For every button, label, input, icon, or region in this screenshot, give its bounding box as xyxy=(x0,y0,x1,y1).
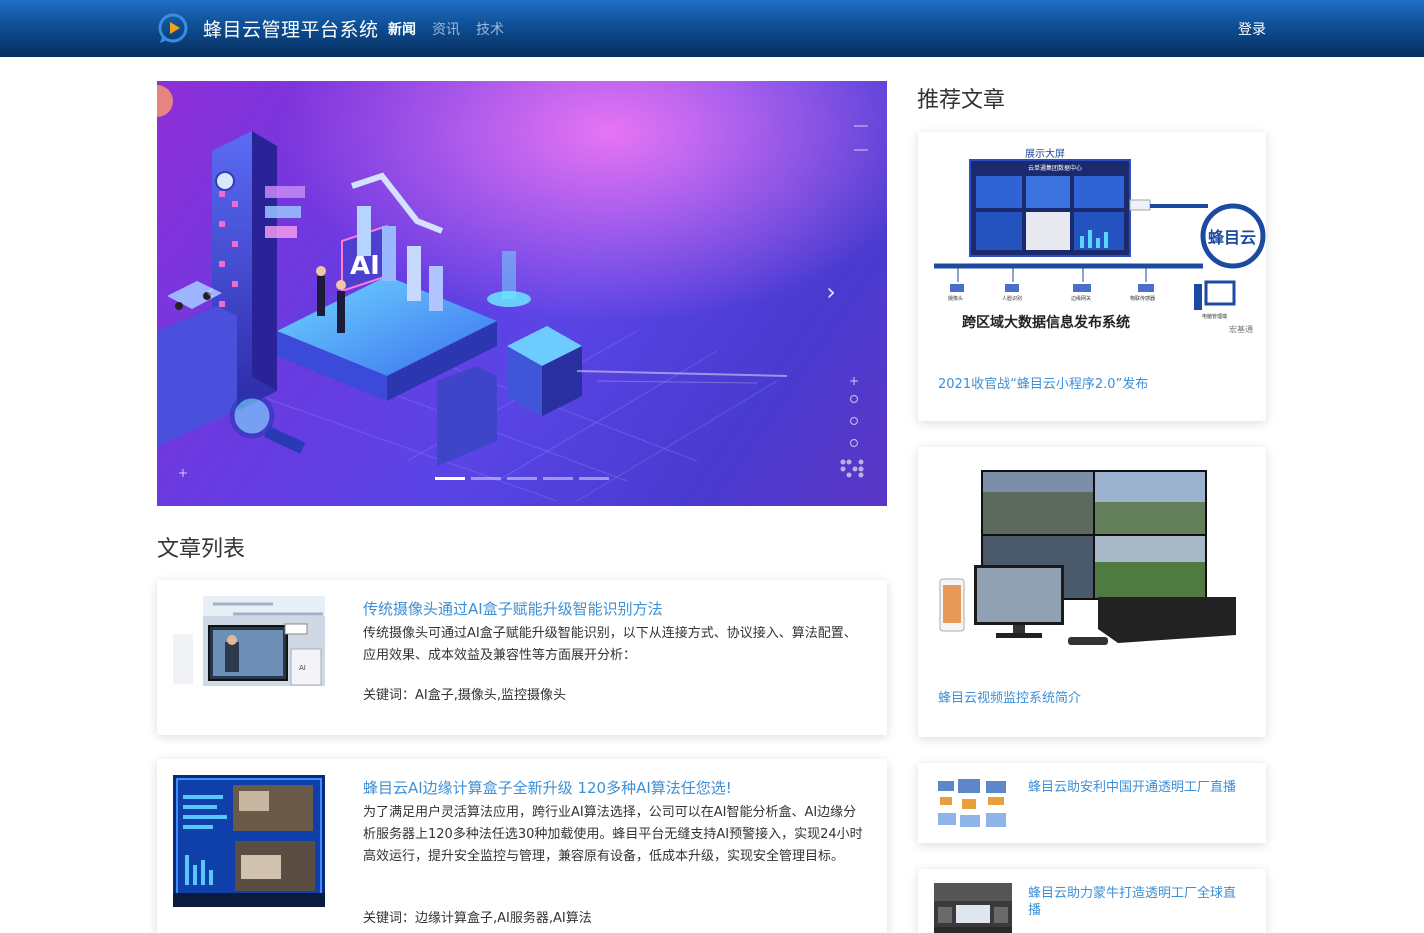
article-summary: 为了满足用户灵活算法应用，跨行业AI算法选择，公司可以在AI智能分析盒、AI边缘… xyxy=(363,805,863,864)
chevron-left-icon[interactable]: ‹ xyxy=(199,277,221,307)
login-link[interactable]: 登录 xyxy=(1238,19,1266,39)
device-label-gateway: 边缘网关 xyxy=(1071,295,1091,302)
carousel-indicator[interactable] xyxy=(435,477,465,480)
article-thumbnail[interactable]: AI xyxy=(173,594,325,726)
recommended-thumbnail[interactable] xyxy=(934,883,1012,933)
article-title[interactable]: 传统摄像头通过AI盒子赋能升级智能识别方法 xyxy=(363,598,871,619)
article-thumbnail[interactable] xyxy=(173,775,325,907)
brand-circle-text: 蜂目云 xyxy=(1208,228,1256,247)
recommended-image[interactable] xyxy=(918,447,1266,657)
system-name-text: 跨区域大数据信息发布系统 xyxy=(962,314,1130,331)
recommended-title: 推荐文章 xyxy=(917,88,1006,113)
carousel-illustration: AI xyxy=(157,81,887,506)
watermark-text: 宏基通 xyxy=(1229,324,1253,334)
recommended-title[interactable]: 蜂目云视频监控系统简介 xyxy=(938,687,1081,706)
device-label-camera: 摄像头 xyxy=(948,295,963,302)
carousel-indicator[interactable] xyxy=(471,477,501,480)
carousel-indicators xyxy=(435,477,615,480)
screen-header-text: 云单通集团数据中心 xyxy=(1028,164,1082,172)
svg-text:AI: AI xyxy=(299,664,306,672)
main-nav: 新闻 资讯 技术 xyxy=(388,19,520,39)
device-label-face: 人脸识别 xyxy=(1002,295,1022,302)
device-label-sensor: 物联传感器 xyxy=(1130,295,1155,302)
article-summary: 传统摄像头可通过AI盒子赋能升级智能识别，以下从连接方式、协议接入、算法配置、应… xyxy=(363,626,857,663)
recommended-thumbnail[interactable] xyxy=(934,775,1012,835)
article-keywords: 关键词：边缘计算盒子,AI服务器,AI算法 xyxy=(363,911,592,926)
brand-title[interactable]: 蜂目云管理平台系统 xyxy=(203,15,379,42)
device-label-pc: 电脑管理端 xyxy=(1202,313,1227,320)
article-card[interactable]: 蜂目云AI边缘计算盒子全新升级 120多种AI算法任您选! 为了满足用户灵活算法… xyxy=(157,759,887,933)
recommended-card[interactable]: 展示大屏 云单通集团数据中心 蜂目云 摄像头 人脸识别 边缘网关 物联传感器 电… xyxy=(918,132,1266,421)
article-keywords: 关键词：AI盒子,摄像头,监控摄像头 xyxy=(363,688,566,703)
article-card[interactable]: AI 传统摄像头通过AI盒子赋能升级智能识别方法 传统摄像头可通过AI盒子赋能升… xyxy=(157,580,887,735)
article-title[interactable]: 蜂目云AI边缘计算盒子全新升级 120多种AI算法任您选! xyxy=(363,777,871,798)
screen-label-text: 展示大屏 xyxy=(1025,147,1065,160)
recommended-card[interactable]: 蜂目云视频监控系统简介 xyxy=(918,447,1266,737)
nav-item-info[interactable]: 资讯 xyxy=(432,19,460,39)
carousel-indicator[interactable] xyxy=(579,477,609,480)
nav-item-tech[interactable]: 技术 xyxy=(476,19,504,39)
recommended-card[interactable]: 蜂目云助力蒙牛打造透明工厂全球直播 xyxy=(918,869,1266,933)
hero-carousel[interactable]: AI ‹ › xyxy=(157,81,887,506)
carousel-indicator[interactable] xyxy=(507,477,537,480)
recommended-title[interactable]: 蜂目云助力蒙牛打造透明工厂全球直播 xyxy=(1028,885,1248,919)
logo-icon[interactable] xyxy=(156,11,190,45)
recommended-title[interactable]: 2021收官战“蜂目云小程序2.0”发布 xyxy=(938,373,1148,392)
recommended-image[interactable]: 展示大屏 云单通集团数据中心 蜂目云 摄像头 人脸识别 边缘网关 物联传感器 电… xyxy=(918,132,1266,352)
nav-item-news[interactable]: 新闻 xyxy=(388,19,416,39)
recommended-card[interactable]: 蜂目云助安利中国开通透明工厂直播 xyxy=(918,763,1266,843)
chevron-right-icon[interactable]: › xyxy=(820,277,842,307)
carousel-indicator[interactable] xyxy=(543,477,573,480)
article-list-title: 文章列表 xyxy=(157,537,246,562)
top-navbar: 蜂目云管理平台系统 新闻 资讯 技术 登录 xyxy=(0,0,1424,57)
recommended-title[interactable]: 蜂目云助安利中国开通透明工厂直播 xyxy=(1028,779,1248,796)
